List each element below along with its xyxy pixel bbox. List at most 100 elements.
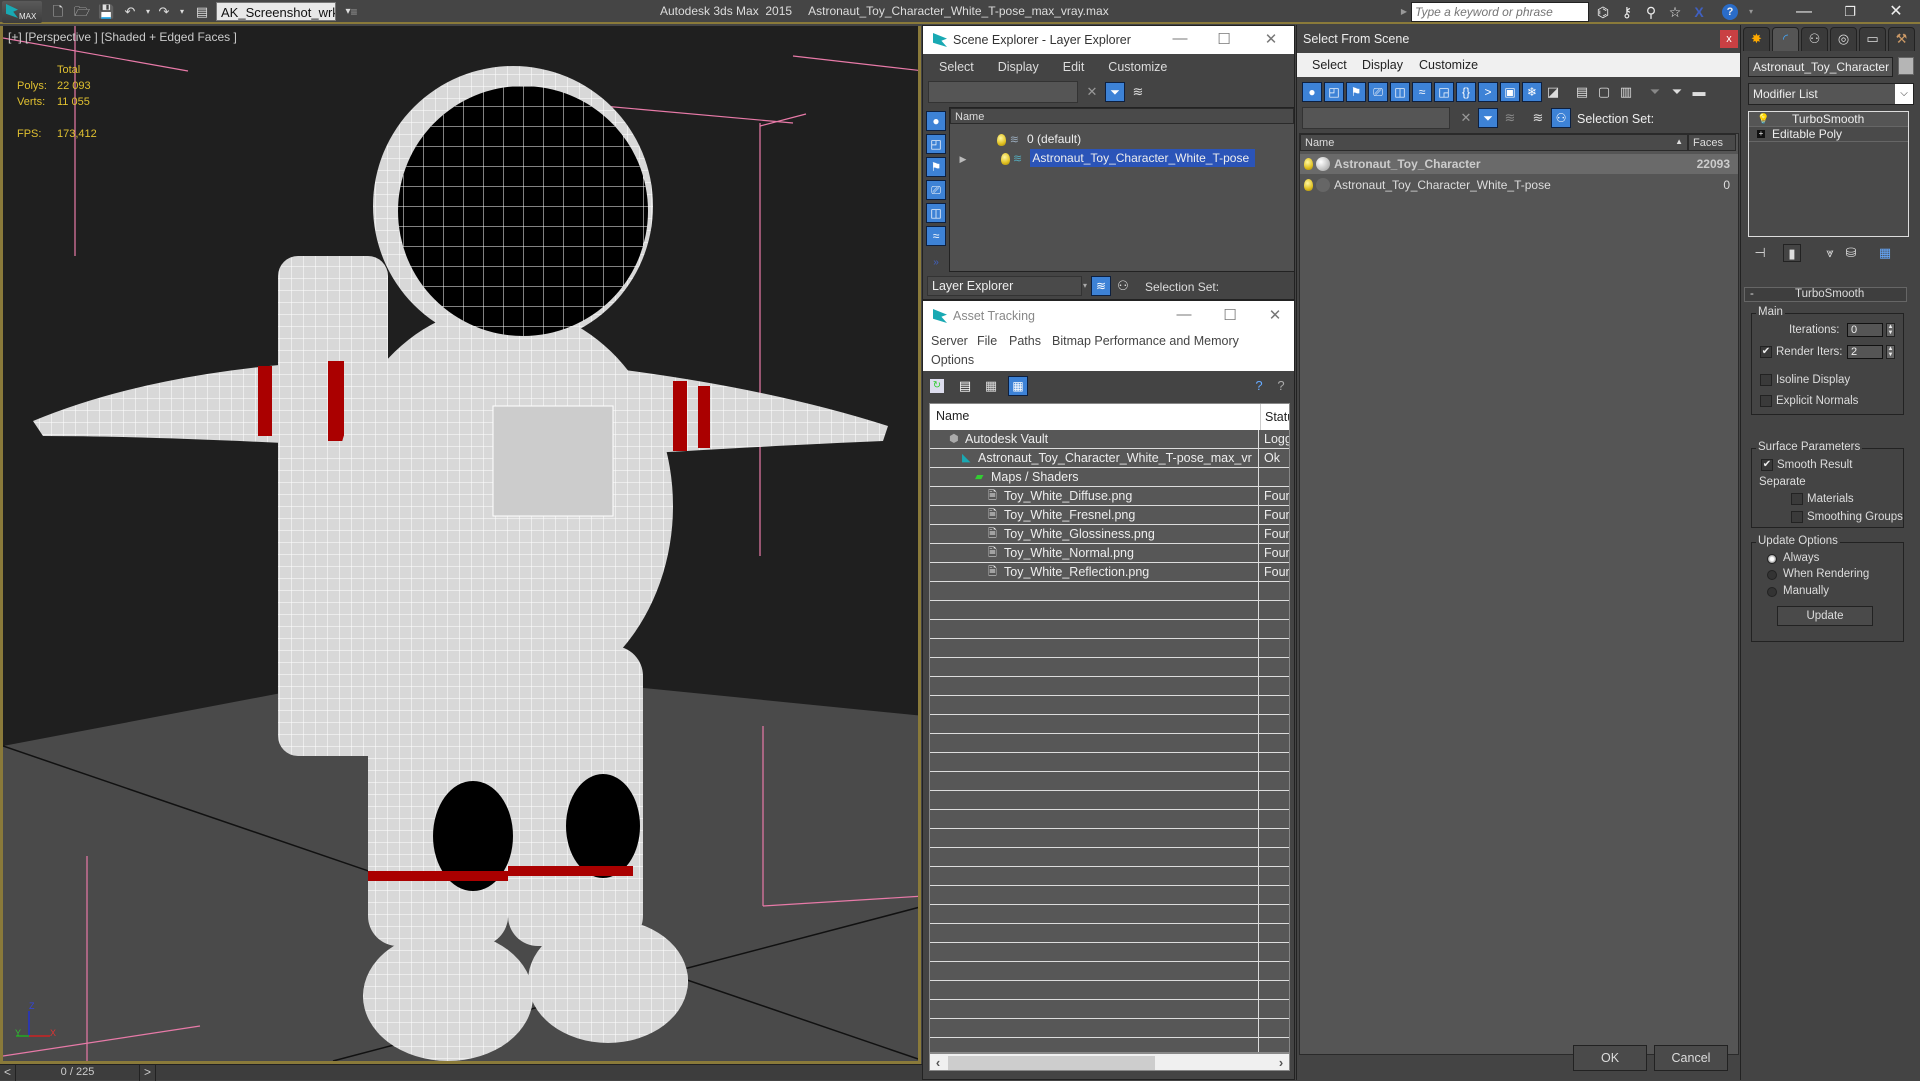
stack-item-editable-poly[interactable]: + Editable Poly xyxy=(1749,127,1908,142)
maximize-button[interactable]: ☐ xyxy=(1220,306,1240,324)
iterations-spinner-arrows[interactable]: ▲ ▼ xyxy=(1886,323,1895,337)
explicit-normals-checkbox[interactable] xyxy=(1760,395,1772,407)
save-icon[interactable]: 💾 xyxy=(98,4,114,20)
scroll-left-icon[interactable]: ‹ xyxy=(930,1054,946,1071)
remove-modifier-icon[interactable]: ⛁ xyxy=(1842,244,1860,262)
perspective-viewport[interactable]: Z X Y [+] [Perspective ] [Shaded + Edged… xyxy=(0,26,921,1064)
menu-options[interactable]: Options xyxy=(931,353,974,367)
menu-bitmap-performance[interactable]: Bitmap Performance and Memory xyxy=(1052,334,1239,348)
undo-icon[interactable]: ↶ xyxy=(122,4,138,20)
explorer-type-selector[interactable]: Layer Explorer xyxy=(927,276,1082,296)
time-slider[interactable]: < 0 / 225 > xyxy=(0,1064,922,1081)
show-end-result-icon[interactable]: ▮ xyxy=(1783,244,1801,262)
close-button[interactable]: ✕ xyxy=(1261,30,1281,48)
refresh-icon[interactable]: ↻ xyxy=(930,379,944,393)
clear-search-icon[interactable]: ✕ xyxy=(1083,83,1101,101)
update-when-rendering-radio[interactable] xyxy=(1767,570,1777,580)
sort-by-hierarchy-icon[interactable]: ⚇ xyxy=(1551,108,1571,128)
asset-row[interactable]: 🗎 Toy_White_Fresnel.png Found xyxy=(930,506,1289,525)
next-frame-button[interactable]: > xyxy=(140,1065,156,1081)
cameras-filter-icon[interactable]: ⎚ xyxy=(926,180,946,200)
column-header-name[interactable]: Name xyxy=(950,108,1294,124)
scrollbar-thumb[interactable] xyxy=(948,1056,1155,1070)
menu-display[interactable]: Display xyxy=(1362,58,1403,72)
asset-row[interactable]: 🗎 Toy_White_Diffuse.png Found xyxy=(930,487,1289,506)
pin-stack-icon[interactable]: ⊣ xyxy=(1751,244,1769,262)
groups-filter-icon[interactable]: ◲ xyxy=(1434,82,1454,102)
vault-help-icon[interactable]: ? xyxy=(1250,377,1268,395)
chevron-down-icon[interactable]: ⌵ xyxy=(1895,84,1913,104)
smoothing-groups-checkbox[interactable] xyxy=(1791,511,1803,523)
minimize-button[interactable]: — xyxy=(1781,0,1827,24)
thumbnail-view-icon[interactable]: ▦ xyxy=(982,377,1000,395)
layer-row[interactable]: ≋ 0 (default) xyxy=(950,129,1294,149)
update-button[interactable]: Update xyxy=(1777,606,1873,626)
key-icon[interactable]: ⚷ xyxy=(1618,3,1636,21)
helpers-filter-icon[interactable]: ◫ xyxy=(1390,82,1410,102)
asset-row[interactable]: 🗎 Toy_White_Reflection.png Found xyxy=(930,563,1289,582)
expand-plus-icon[interactable]: + xyxy=(1757,130,1765,138)
geometry-filter-icon[interactable]: ● xyxy=(926,111,946,131)
close-button[interactable]: x xyxy=(1720,30,1738,48)
object-name-field[interactable]: Astronaut_Toy_Character xyxy=(1748,57,1893,77)
object-color-swatch[interactable] xyxy=(1898,57,1914,75)
satellite-icon[interactable]: ⚲ xyxy=(1642,3,1660,21)
open-file-icon[interactable]: 🗁 xyxy=(74,4,90,20)
column-header-faces[interactable]: Faces xyxy=(1688,134,1736,151)
column-divider[interactable] xyxy=(1258,430,1259,1052)
scene-explorer-search-input[interactable] xyxy=(928,81,1078,103)
render-iters-checkbox[interactable]: ✔ xyxy=(1760,346,1772,358)
cameras-filter-icon[interactable]: ⎚ xyxy=(1368,82,1388,102)
app-menu-button[interactable]: MAX xyxy=(2,1,42,23)
object-row-selected[interactable]: Astronaut_Toy_Character 22093 xyxy=(1300,154,1738,174)
menu-customize[interactable]: Customize xyxy=(1096,60,1179,74)
motion-tab-icon[interactable]: ◎ xyxy=(1830,27,1857,51)
isoline-display-checkbox[interactable] xyxy=(1760,374,1772,386)
update-manually-radio[interactable] xyxy=(1767,587,1777,597)
turbosmooth-rollout-header[interactable]: - TurboSmooth xyxy=(1744,287,1907,302)
display-tab-icon[interactable]: ▭ xyxy=(1859,27,1886,51)
previous-frame-button[interactable]: < xyxy=(0,1065,16,1081)
close-button[interactable]: ✕ xyxy=(1265,306,1285,324)
helpers-filter-icon[interactable]: ◫ xyxy=(926,203,946,223)
column-header-status[interactable]: Status xyxy=(1260,404,1289,430)
viewport-label-menu[interactable]: [+] [Perspective ] [Shaded + Edged Faces… xyxy=(8,30,237,44)
star-icon[interactable]: ☆ xyxy=(1666,3,1684,21)
help-dropdown-icon[interactable]: ▾ xyxy=(1742,3,1760,21)
list-view-icon[interactable]: ▤ xyxy=(956,377,974,395)
utilities-tab-icon[interactable]: ⚒ xyxy=(1888,27,1915,51)
filter-toggle-icon[interactable]: ⏷ xyxy=(1478,108,1498,128)
workspace-selector[interactable]: AK_Screenshot_wrksp xyxy=(216,2,336,21)
asset-row[interactable]: 🗎 Toy_White_Normal.png Found xyxy=(930,544,1289,563)
select-all-icon[interactable]: ▤ xyxy=(1573,83,1591,101)
redo-icon[interactable]: ↷ xyxy=(156,4,172,20)
horizontal-scrollbar[interactable]: ‹ › xyxy=(929,1053,1290,1071)
frame-indicator[interactable]: 0 / 225 xyxy=(16,1065,140,1081)
exchange-icon[interactable]: X xyxy=(1690,3,1708,21)
lightbulb-icon[interactable] xyxy=(1304,179,1313,191)
project-folder-icon[interactable]: ▤ xyxy=(194,4,210,20)
sort-by-hierarchy-icon[interactable]: ⚇ xyxy=(1114,277,1132,295)
spacewarps-filter-icon[interactable]: ≈ xyxy=(1412,82,1432,102)
collapse-icon[interactable]: ▬ xyxy=(1690,83,1708,101)
spacewarps-filter-icon[interactable]: ≈ xyxy=(926,226,946,246)
binoculars-icon[interactable]: ⌬ xyxy=(1594,3,1612,21)
materials-checkbox[interactable] xyxy=(1791,493,1803,505)
filter-options-icon[interactable]: ⏷ xyxy=(1668,83,1686,101)
modify-tab-icon[interactable]: ◜ xyxy=(1772,27,1799,51)
render-iters-spinner-arrows[interactable]: ▲ ▼ xyxy=(1886,345,1895,359)
lightbulb-icon[interactable]: 💡 xyxy=(1757,112,1769,127)
frozen-filter-icon[interactable]: ❄ xyxy=(1522,82,1542,102)
cancel-button[interactable]: Cancel xyxy=(1654,1045,1728,1071)
menu-customize[interactable]: Customize xyxy=(1419,58,1478,72)
menu-select[interactable]: Select xyxy=(927,60,986,74)
layer-options-icon[interactable]: ≋ xyxy=(1129,83,1147,101)
table-view-icon[interactable]: ▦ xyxy=(1008,376,1028,396)
create-tab-icon[interactable]: ✸ xyxy=(1743,27,1770,51)
ok-button[interactable]: OK xyxy=(1573,1045,1647,1071)
smooth-result-checkbox[interactable]: ✔ xyxy=(1761,459,1773,471)
asset-row[interactable]: ⬢ Autodesk Vault Logged xyxy=(930,430,1289,449)
object-row[interactable]: Astronaut_Toy_Character_White_T-pose 0 xyxy=(1300,175,1738,195)
select-from-scene-search-input[interactable] xyxy=(1302,107,1450,129)
geometry-filter-icon[interactable]: ● xyxy=(1302,82,1322,102)
